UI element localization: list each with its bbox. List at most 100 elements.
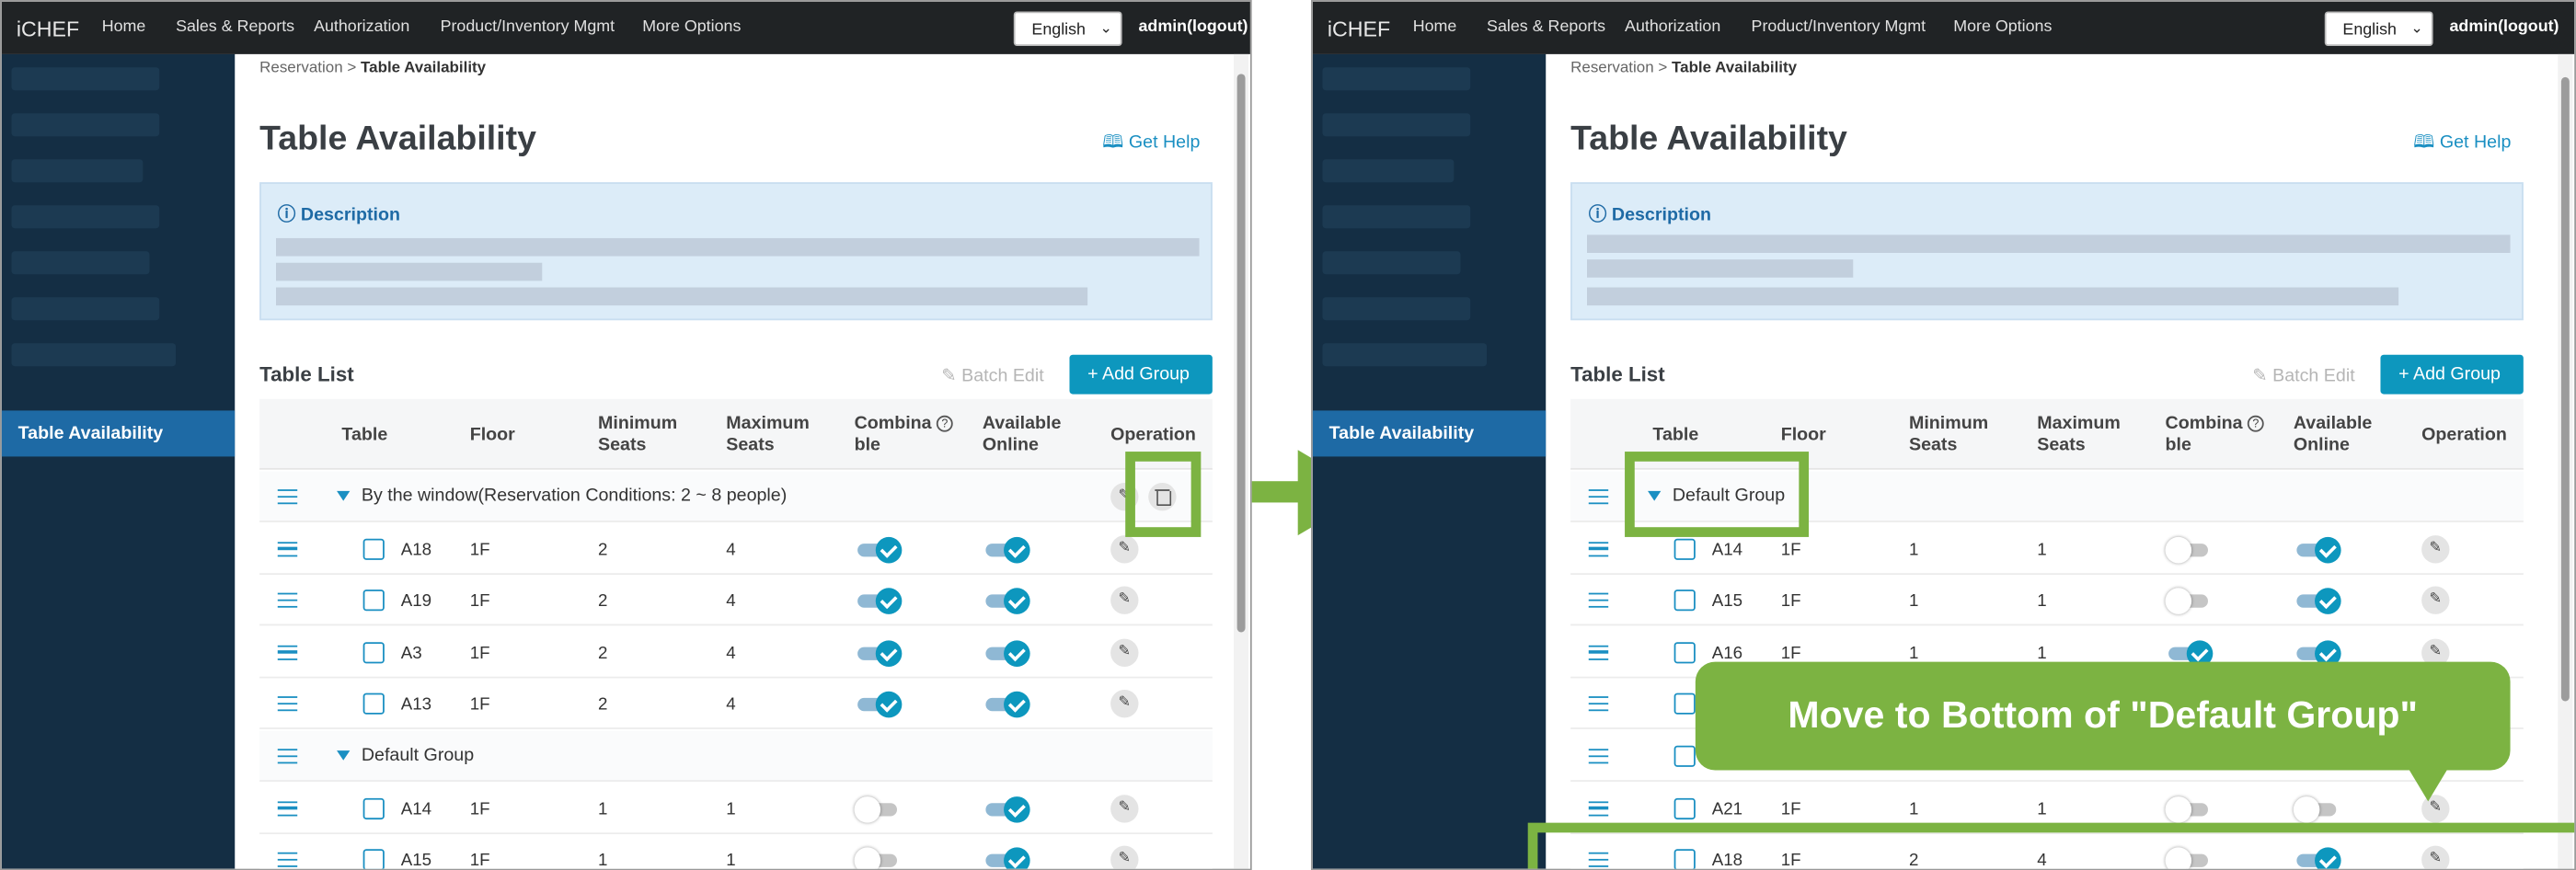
online-toggle[interactable] xyxy=(983,536,1032,563)
online-toggle[interactable] xyxy=(983,640,1032,667)
online-toggle[interactable] xyxy=(2294,588,2343,615)
edit-table-button[interactable]: ✎ xyxy=(1110,794,1139,822)
row-checkbox[interactable] xyxy=(1673,590,1696,612)
drag-handle-icon[interactable] xyxy=(277,800,298,816)
nav-sales-reports[interactable]: Sales & Reports xyxy=(1487,18,1605,37)
language-select[interactable]: English ⌄ xyxy=(1013,11,1122,46)
table-row[interactable]: A19 1F 2 4 ✎ xyxy=(259,575,1213,626)
breadcrumb-parent[interactable]: Reservation xyxy=(259,59,343,77)
online-toggle[interactable] xyxy=(983,692,1032,719)
drag-handle-icon[interactable] xyxy=(277,592,298,609)
sidebar-item-blurred[interactable] xyxy=(11,159,144,183)
add-group-button[interactable]: + Add Group xyxy=(2380,354,2524,395)
add-group-button[interactable]: + Add Group xyxy=(1069,354,1213,395)
drag-handle-icon[interactable] xyxy=(1588,489,1609,505)
sidebar-item-blurred[interactable] xyxy=(1322,297,1471,321)
nav-product-inventory[interactable]: Product/Inventory Mgmt xyxy=(441,18,615,37)
scrollbar-thumb[interactable] xyxy=(1236,74,1246,633)
combinable-toggle[interactable] xyxy=(854,847,904,869)
breadcrumb-parent[interactable]: Reservation xyxy=(1570,59,1654,77)
nav-home[interactable]: Home xyxy=(1413,18,1457,37)
batch-edit-button[interactable]: ✎ Batch Edit xyxy=(2252,364,2354,385)
sidebar-item-blurred[interactable] xyxy=(1322,113,1471,137)
nav-home[interactable]: Home xyxy=(102,18,146,37)
caret-down-icon[interactable] xyxy=(337,490,351,501)
caret-down-icon[interactable] xyxy=(337,750,351,761)
sidebar-item-blurred[interactable] xyxy=(1322,159,1455,183)
row-checkbox[interactable] xyxy=(1673,797,1696,819)
nav-authorization[interactable]: Authorization xyxy=(314,18,409,37)
edit-table-button[interactable]: ✎ xyxy=(2421,586,2450,615)
drag-handle-icon[interactable] xyxy=(277,645,298,660)
sidebar-item-blurred[interactable] xyxy=(11,205,160,229)
question-mark-icon[interactable]: ? xyxy=(936,415,953,432)
drag-handle-icon[interactable] xyxy=(1588,592,1609,609)
batch-edit-button[interactable]: ✎ Batch Edit xyxy=(941,364,1043,385)
drag-handle-icon[interactable] xyxy=(1588,696,1609,712)
sidebar-item-blurred[interactable] xyxy=(1322,343,1488,367)
sidebar-item-table-availability[interactable]: Table Availability xyxy=(1,410,236,457)
drag-handle-icon[interactable] xyxy=(277,489,298,505)
sidebar-item-blurred[interactable] xyxy=(1322,205,1471,229)
drag-handle-icon[interactable] xyxy=(1588,800,1609,816)
drag-handle-icon[interactable] xyxy=(277,696,298,712)
nav-more-options[interactable]: More Options xyxy=(642,18,741,37)
online-toggle[interactable] xyxy=(983,796,1032,822)
vertical-scrollbar[interactable] xyxy=(2558,53,2573,869)
question-mark-icon[interactable]: ? xyxy=(2247,415,2264,432)
sidebar-item-blurred[interactable] xyxy=(11,343,177,367)
combinable-toggle[interactable] xyxy=(855,588,904,615)
edit-table-button[interactable]: ✎ xyxy=(1110,690,1139,719)
drag-handle-icon[interactable] xyxy=(1588,645,1609,660)
table-row[interactable]: A15 1F 1 1 ✎ xyxy=(1570,575,2524,626)
language-select[interactable]: English ⌄ xyxy=(2324,11,2433,46)
scrollbar-thumb[interactable] xyxy=(2560,76,2570,702)
row-checkbox[interactable] xyxy=(362,849,385,869)
sidebar-item-table-availability[interactable]: Table Availability xyxy=(1312,410,1547,457)
row-checkbox[interactable] xyxy=(362,693,385,715)
table-row[interactable]: A13 1F 2 4 ✎ xyxy=(259,679,1213,730)
online-toggle[interactable] xyxy=(983,847,1032,869)
sidebar-item-blurred[interactable] xyxy=(11,297,160,321)
online-toggle[interactable] xyxy=(983,588,1032,615)
edit-table-button[interactable]: ✎ xyxy=(1110,638,1139,667)
nav-more-options[interactable]: More Options xyxy=(1953,18,2052,37)
get-help-link[interactable]: 🕮 Get Help xyxy=(2413,128,2511,159)
row-checkbox[interactable] xyxy=(1673,537,1696,560)
row-checkbox[interactable] xyxy=(362,797,385,819)
combinable-toggle[interactable] xyxy=(2165,796,2215,822)
drag-handle-icon[interactable] xyxy=(1588,541,1609,556)
row-checkbox[interactable] xyxy=(1673,693,1696,715)
row-checkbox[interactable] xyxy=(362,537,385,560)
table-row[interactable]: A18 1F 2 4 ✎ xyxy=(259,522,1213,575)
online-toggle[interactable] xyxy=(2294,536,2343,563)
nav-sales-reports[interactable]: Sales & Reports xyxy=(176,18,294,37)
sidebar-item-blurred[interactable] xyxy=(11,67,160,91)
nav-authorization[interactable]: Authorization xyxy=(1625,18,1720,37)
combinable-toggle[interactable] xyxy=(855,692,904,719)
get-help-link[interactable]: 🕮 Get Help xyxy=(1102,128,1200,159)
sidebar-item-blurred[interactable] xyxy=(1322,251,1461,275)
sidebar-item-blurred[interactable] xyxy=(1322,67,1471,91)
edit-table-button[interactable]: ✎ xyxy=(1110,534,1139,563)
combinable-toggle[interactable] xyxy=(854,796,904,822)
table-row[interactable]: A15 1F 1 1 ✎ xyxy=(259,834,1213,869)
combinable-toggle[interactable] xyxy=(2165,536,2215,563)
combinable-toggle[interactable] xyxy=(855,640,904,667)
vertical-scrollbar[interactable] xyxy=(1234,53,1249,869)
admin-logout-link[interactable]: admin(logout) xyxy=(1138,18,1248,37)
nav-product-inventory[interactable]: Product/Inventory Mgmt xyxy=(1752,18,1926,37)
combinable-toggle[interactable] xyxy=(2165,588,2215,615)
row-checkbox[interactable] xyxy=(1673,641,1696,664)
drag-handle-icon[interactable] xyxy=(277,541,298,556)
edit-table-button[interactable]: ✎ xyxy=(1110,845,1139,869)
admin-logout-link[interactable]: admin(logout) xyxy=(2449,18,2559,37)
table-row[interactable]: A3 1F 2 4 ✎ xyxy=(259,626,1213,679)
group-row[interactable]: By the window(Reservation Conditions: 2 … xyxy=(259,471,1213,522)
row-checkbox[interactable] xyxy=(362,641,385,664)
group-row[interactable]: Default Group xyxy=(259,730,1213,782)
edit-table-button[interactable]: ✎ xyxy=(1110,586,1139,615)
row-checkbox[interactable] xyxy=(1673,745,1696,767)
online-toggle[interactable] xyxy=(2293,796,2343,822)
row-checkbox[interactable] xyxy=(362,590,385,612)
